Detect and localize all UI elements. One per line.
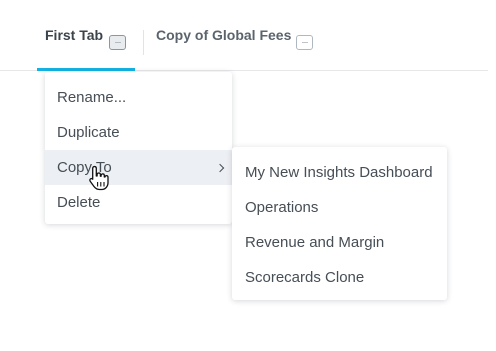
- copy-to-submenu: My New Insights Dashboard Operations Rev…: [232, 147, 447, 300]
- menu-item-label: Operations: [245, 199, 319, 216]
- dashboard-page: First Tab ··· Copy of Global Fees ··· Re…: [0, 0, 496, 351]
- menu-item-label: Duplicate: [57, 124, 120, 141]
- tab-bar: First Tab ··· Copy of Global Fees ···: [0, 0, 488, 71]
- menu-item-label: Rename...: [57, 89, 127, 106]
- submenu-item-scorecards-clone[interactable]: Scorecards Clone: [232, 260, 447, 295]
- tab-context-menu: Rename... Duplicate Copy To Delete: [45, 72, 232, 224]
- tab-divider: [143, 30, 144, 55]
- submenu-item-revenue-and-margin[interactable]: Revenue and Margin: [232, 225, 447, 260]
- tab-options-button[interactable]: ···: [296, 35, 313, 50]
- menu-item-copy-to[interactable]: Copy To: [45, 150, 232, 185]
- menu-item-label: Copy To: [57, 159, 112, 176]
- tab-options-button[interactable]: ···: [109, 35, 126, 50]
- menu-item-label: My New Insights Dashboard: [245, 164, 433, 181]
- tab-first-tab[interactable]: First Tab ···: [37, 0, 135, 71]
- menu-item-rename[interactable]: Rename...: [45, 80, 232, 115]
- menu-item-delete[interactable]: Delete: [45, 185, 232, 220]
- chevron-right-icon: [215, 163, 225, 172]
- tab-label: Copy of Global Fees: [156, 27, 292, 43]
- menu-item-label: Revenue and Margin: [245, 234, 385, 251]
- tab-label: First Tab: [45, 27, 104, 43]
- submenu-item-my-new-insights-dashboard[interactable]: My New Insights Dashboard: [232, 155, 447, 190]
- menu-item-label: Delete: [57, 194, 101, 211]
- tab-copy-of-global-fees[interactable]: Copy of Global Fees ···: [156, 0, 326, 70]
- submenu-item-operations[interactable]: Operations: [232, 190, 447, 225]
- menu-item-label: Scorecards Clone: [245, 269, 365, 286]
- menu-item-duplicate[interactable]: Duplicate: [45, 115, 232, 150]
